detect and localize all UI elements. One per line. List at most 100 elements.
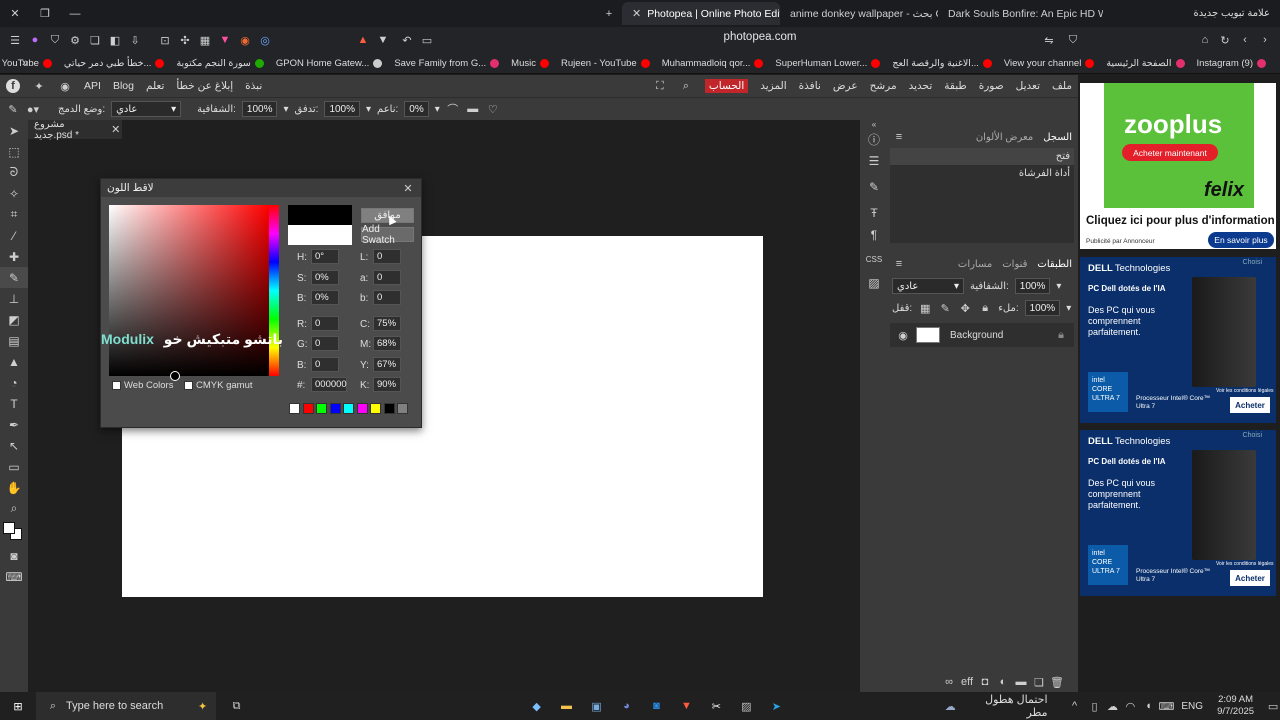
pressure-icon[interactable]: ▬ <box>466 102 480 116</box>
layer-style-icon[interactable]: eff <box>960 675 974 689</box>
menu-select[interactable]: تحديد <box>909 80 933 92</box>
facebook-icon[interactable]: f <box>6 79 20 93</box>
hand-tool-icon[interactable]: ✋ <box>0 477 28 498</box>
chevron-down-icon[interactable]: ▾ <box>1056 281 1061 292</box>
lightness-input[interactable]: 0 <box>373 249 401 264</box>
opacity-input[interactable]: 100% <box>241 101 278 117</box>
new-tab-icon[interactable]: + <box>602 7 616 21</box>
collapse-icon[interactable]: « <box>860 120 888 129</box>
reddit-icon[interactable]: ◉ <box>58 79 72 93</box>
magenta-input[interactable]: 68% <box>373 336 401 351</box>
chevron-down-icon[interactable]: ▾ <box>435 104 440 115</box>
forward-icon[interactable]: ‹ <box>1238 33 1252 47</box>
fill-input[interactable]: 100% <box>1024 300 1061 316</box>
bookmark-item[interactable]: View your channel <box>1004 58 1095 69</box>
wallet-icon[interactable]: ◉ <box>238 33 252 47</box>
healing-brush-icon[interactable]: ✚ <box>0 246 28 267</box>
ad-choice-label[interactable]: Choisi <box>1243 432 1262 439</box>
home-icon[interactable]: ⌂ <box>1198 33 1212 47</box>
bookmark-item[interactable]: Save Family from G... <box>394 58 500 69</box>
move-tool-icon[interactable]: ➤ <box>0 120 28 141</box>
black-input[interactable]: 90% <box>373 377 401 392</box>
screenshot-icon[interactable]: ⊡ <box>158 33 172 47</box>
marquee-tool-icon[interactable]: ⬚ <box>0 141 28 162</box>
pen-tool-icon[interactable]: ✒ <box>0 414 28 435</box>
dell-ad[interactable]: DELL Technologies Choisi PC Dell dotés de… <box>1080 430 1276 596</box>
menu-report-bug[interactable]: إبلاغ عن خطأ <box>176 80 233 92</box>
cmyk-gamut-option[interactable]: CMYK gamut <box>184 380 253 391</box>
close-document-icon[interactable]: ✕ <box>110 123 122 137</box>
screen-mode-icon[interactable]: ⌨ <box>0 566 28 587</box>
back-arrow-icon[interactable]: › <box>1258 33 1272 47</box>
properties-icon[interactable]: ☰ <box>860 150 888 172</box>
red-input[interactable]: 0 <box>311 316 339 331</box>
volume-icon[interactable]: ◖ <box>1141 699 1155 713</box>
outlook-icon[interactable]: ◙ <box>649 699 663 713</box>
discord-icon[interactable]: ◕ <box>619 699 633 713</box>
airbrush-icon[interactable]: ⌒ <box>446 102 460 116</box>
shield-icon[interactable]: ⛉ <box>48 33 62 47</box>
bookmark-icon[interactable]: ⛉ <box>1066 33 1080 47</box>
windows-start-icon[interactable]: ⊞ <box>10 699 26 713</box>
vpn-icon[interactable]: ▦ <box>198 33 212 47</box>
eraser-tool-icon[interactable]: ◩ <box>0 309 28 330</box>
color-swatch[interactable] <box>289 403 300 414</box>
back-icon[interactable]: ↶ <box>400 33 414 47</box>
sidebar-icon[interactable]: ◧ <box>108 33 122 47</box>
lock-position-icon[interactable]: ✥ <box>958 301 972 315</box>
menu-file[interactable]: ملف <box>1052 80 1072 92</box>
tab-paths[interactable]: مسارات <box>958 259 992 270</box>
address-bar[interactable]: photopea.com <box>440 31 1080 43</box>
clock[interactable]: 2:09 AM 9/7/2025 <box>1217 694 1254 718</box>
color-swatch[interactable] <box>316 403 327 414</box>
hidden-icons-chevron-icon[interactable]: ^ <box>1068 699 1082 713</box>
download-icon[interactable]: ⇩ <box>128 33 142 47</box>
dodge-tool-icon[interactable]: ◔ <box>0 372 28 393</box>
menu-layer[interactable]: طبقة <box>944 80 966 92</box>
lock-pixels-icon[interactable]: ✎ <box>938 301 952 315</box>
network-icon[interactable]: ◠ <box>1123 699 1137 713</box>
chevron-down-icon[interactable]: ▾ <box>366 104 371 115</box>
hex-input[interactable]: 000000 <box>311 377 347 392</box>
paragraph-icon[interactable]: ¶ <box>860 224 888 246</box>
weather-icon[interactable]: ☁ <box>943 699 957 713</box>
color-swatch[interactable] <box>302 403 314 414</box>
clone-stamp-icon[interactable]: ⊥ <box>0 288 28 309</box>
color-swatch[interactable] <box>397 403 408 414</box>
search-icon[interactable]: ⌕ <box>679 79 693 93</box>
buy-button[interactable]: Acheter <box>1230 570 1270 586</box>
store-icon[interactable]: ▣ <box>590 699 604 713</box>
bookmark-item[interactable]: سورة النجم مكتوبة <box>176 58 264 69</box>
layer-item[interactable]: ◉ Background 🔒︎ <box>890 323 1074 347</box>
panel-menu-icon[interactable]: ≡ <box>892 130 906 144</box>
dialog-titlebar[interactable]: لاقط اللون ✕ <box>101 179 421 197</box>
tab-layers[interactable]: الطبقات <box>1037 259 1072 270</box>
web-colors-checkbox[interactable] <box>112 381 121 390</box>
eyedropper-icon[interactable]: ⁄ <box>0 225 28 246</box>
menu-learn[interactable]: تعلم <box>146 80 164 92</box>
task-view-icon[interactable]: ⧉ <box>230 699 244 713</box>
sync-icon[interactable]: ◎ <box>258 33 272 47</box>
file-explorer-icon[interactable]: ▬ <box>560 699 574 713</box>
brush-preset-icon[interactable]: ●▾ <box>26 102 40 116</box>
yellow-input[interactable]: 67% <box>373 357 401 372</box>
extension-icon[interactable]: ● <box>28 33 42 47</box>
brave-rewards-icon[interactable]: ▼ <box>218 33 232 47</box>
menu-more[interactable]: المزيد <box>760 80 786 92</box>
chevron-down-icon[interactable]: ▾ <box>283 104 288 115</box>
blue-input[interactable]: 0 <box>311 357 339 372</box>
menu-blog[interactable]: Blog <box>113 80 134 92</box>
close-tab-icon[interactable]: ✕ <box>632 7 641 21</box>
quick-mask-icon[interactable]: ◙ <box>0 545 28 566</box>
restore-window-icon[interactable]: ❐ <box>38 7 52 21</box>
fullscreen-icon[interactable]: ⛶ <box>653 79 667 93</box>
flow-input[interactable]: 100% <box>324 101 361 117</box>
menu-edit[interactable]: تعديل <box>1016 80 1040 92</box>
brush-panel-icon[interactable]: ✎ <box>860 172 888 202</box>
menu-window[interactable]: نافذة <box>799 80 821 92</box>
layer-mask-icon[interactable]: ◘ <box>978 675 992 689</box>
link-layers-icon[interactable]: ∞ <box>942 675 956 689</box>
color-swatch[interactable] <box>356 403 368 414</box>
onedrive-icon[interactable]: ☁ <box>1105 699 1119 713</box>
tab-dark-souls[interactable]: Dark Souls Bonfire: An Epic HD Wallp ▣ <box>938 2 1103 25</box>
